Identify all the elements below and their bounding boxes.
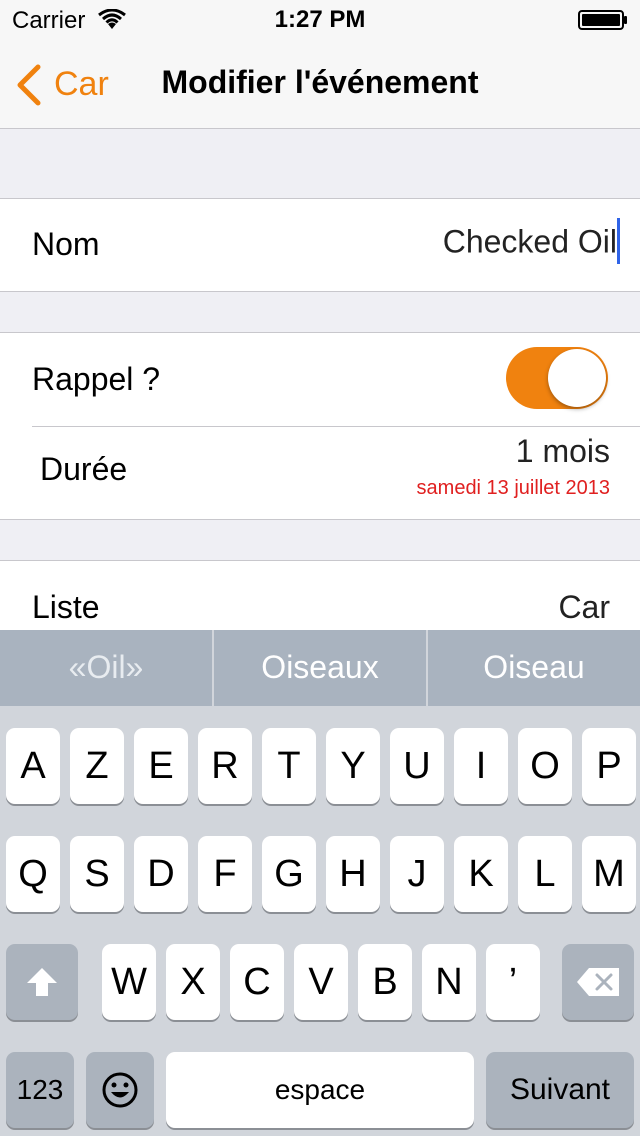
reminder-section: Rappel ? Durée 1 mois samedi 13 juillet …	[0, 332, 640, 520]
key[interactable]: M	[582, 836, 636, 912]
key[interactable]: W	[102, 944, 156, 1020]
key[interactable]: L	[518, 836, 572, 912]
suggestion-item[interactable]: Oiseaux	[214, 630, 426, 706]
key[interactable]: N	[422, 944, 476, 1020]
name-label: Nom	[32, 226, 100, 262]
key[interactable]: V	[294, 944, 348, 1020]
key[interactable]: F	[198, 836, 252, 912]
key[interactable]: ’	[486, 944, 540, 1020]
numbers-key[interactable]: 123	[6, 1052, 74, 1128]
suggestion-bar: «Oil» Oiseaux Oiseau	[0, 630, 640, 706]
key[interactable]: H	[326, 836, 380, 912]
battery-icon	[578, 10, 627, 30]
key[interactable]: T	[262, 728, 316, 804]
duration-date: samedi 13 juillet 2013	[416, 477, 610, 499]
reminder-label: Rappel ?	[32, 361, 161, 397]
emoji-key[interactable]	[86, 1052, 154, 1128]
list-label: Liste	[32, 589, 100, 625]
key[interactable]: C	[230, 944, 284, 1020]
duration-label: Durée	[40, 451, 128, 487]
keyboard: «Oil» Oiseaux Oiseau A Z E R T Y U I O P…	[0, 630, 640, 1136]
key[interactable]: X	[166, 944, 220, 1020]
page-title: Modifier l'événement	[161, 64, 479, 100]
name-field[interactable]: Checked Oil	[442, 218, 620, 267]
reminder-toggle[interactable]	[506, 347, 608, 409]
key[interactable]: B	[358, 944, 412, 1020]
text-cursor	[617, 218, 620, 264]
key[interactable]: J	[390, 836, 444, 912]
key[interactable]: D	[134, 836, 188, 912]
emoji-icon	[102, 1072, 138, 1108]
backspace-icon	[577, 968, 619, 996]
next-key[interactable]: Suivant	[486, 1052, 634, 1128]
key[interactable]: A	[6, 728, 60, 804]
key[interactable]: S	[70, 836, 124, 912]
duration-row[interactable]: Durée 1 mois samedi 13 juillet 2013	[0, 427, 640, 521]
key[interactable]: E	[134, 728, 188, 804]
space-key[interactable]: espace	[166, 1052, 474, 1128]
delete-key[interactable]	[562, 944, 634, 1020]
name-section: Nom Checked Oil	[0, 198, 640, 292]
key[interactable]: K	[454, 836, 508, 912]
navigation-bar: Car Modifier l'événement	[0, 40, 640, 129]
duration-value: 1 mois	[515, 433, 610, 469]
key[interactable]: P	[582, 728, 636, 804]
list-value: Car	[558, 589, 610, 625]
status-bar: Carrier 1:27 PM	[0, 0, 640, 40]
name-field-value: Checked Oil	[442, 223, 617, 260]
key[interactable]: U	[390, 728, 444, 804]
suggestion-item[interactable]: Oiseau	[428, 630, 640, 706]
key[interactable]: Q	[6, 836, 60, 912]
shift-icon	[27, 968, 57, 996]
key[interactable]: O	[518, 728, 572, 804]
key[interactable]: G	[262, 836, 316, 912]
key[interactable]: Z	[70, 728, 124, 804]
key[interactable]: I	[454, 728, 508, 804]
key[interactable]: Y	[326, 728, 380, 804]
status-time: 1:27 PM	[274, 6, 366, 33]
key[interactable]: R	[198, 728, 252, 804]
suggestion-item[interactable]: «Oil»	[0, 630, 212, 706]
shift-key[interactable]	[6, 944, 78, 1020]
toggle-knob	[548, 349, 606, 407]
